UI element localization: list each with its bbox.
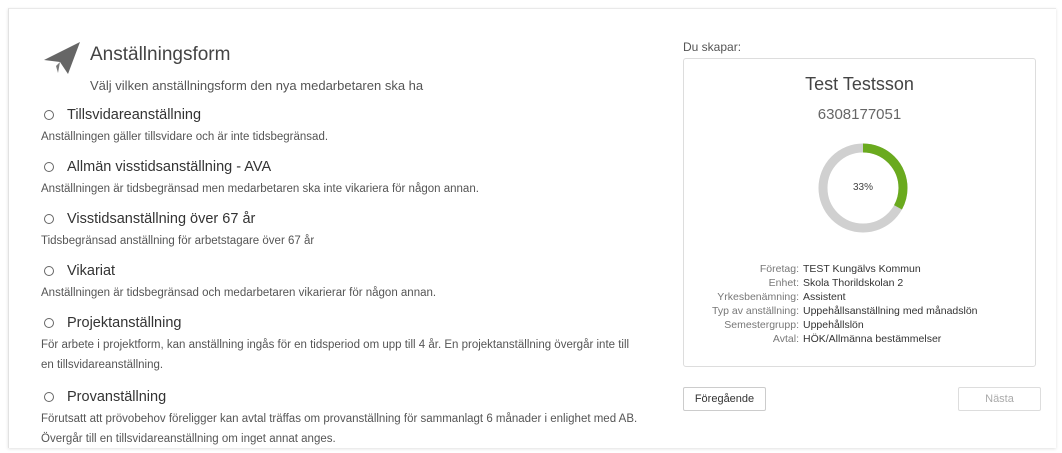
option-vikariat[interactable]: Vikariat Anställningen är tidsbegränsad …: [41, 249, 641, 301]
detail-value: HÖK/Allmänna bestämmelser: [803, 333, 942, 345]
option-label[interactable]: Vikariat: [67, 263, 115, 279]
detail-key: Typ av anställning:: [712, 305, 799, 317]
detail-value: Assistent: [803, 291, 846, 303]
employment-type-options: Tillsvidareanställning Anställningen gäl…: [41, 105, 641, 449]
detail-row: Enhet: Skola Thorildskolan 2: [684, 276, 1035, 290]
option-label[interactable]: Allmän visstidsanställning - AVA: [67, 159, 271, 175]
employee-id: 6308177051: [817, 106, 902, 123]
option-label[interactable]: Visstidsanställning över 67 år: [67, 211, 255, 227]
detail-key: Avtal:: [772, 333, 799, 345]
detail-key: Företag:: [759, 263, 799, 275]
page-subtitle: Välj vilken anställningsform den nya med…: [90, 78, 424, 93]
paper-plane-icon: [42, 40, 82, 76]
summary-details: Företag: TEST Kungälvs Kommun Enhet: Sko…: [684, 262, 1035, 346]
radio-button[interactable]: [44, 162, 54, 172]
option-label[interactable]: Provanställning: [67, 389, 166, 405]
detail-row: Typ av anställning: Uppehållsanställning…: [684, 304, 1035, 318]
detail-value: TEST Kungälvs Kommun: [803, 263, 921, 275]
radio-button[interactable]: [44, 266, 54, 276]
employee-name: Test Testsson: [805, 74, 914, 94]
option-description: Förutsatt att prövobehov föreligger kan …: [41, 413, 638, 445]
option-visstid-67[interactable]: Visstidsanställning över 67 år Tidsbegrä…: [41, 197, 641, 249]
previous-button[interactable]: Föregående: [683, 387, 766, 411]
detail-key: Yrkesbenämning:: [717, 291, 799, 303]
detail-value: Uppehållsanställning med månadslön: [803, 305, 978, 317]
progress-ring: 33%: [817, 142, 909, 234]
radio-button[interactable]: [44, 392, 54, 402]
option-description: Anställningen är tidsbegränsad och medar…: [41, 287, 437, 299]
option-description: Anställningen är tidsbegränsad men medar…: [41, 183, 479, 195]
radio-button[interactable]: [44, 110, 54, 120]
summary-card: Test Testsson 6308177051 33% Företag: TE…: [683, 58, 1036, 367]
detail-value: Skola Thorildskolan 2: [803, 277, 904, 289]
option-description: Anställningen gäller tillsvidare och är …: [41, 131, 329, 143]
radio-button[interactable]: [44, 214, 54, 224]
radio-button[interactable]: [44, 318, 54, 328]
option-label[interactable]: Projektanställning: [67, 315, 181, 331]
detail-row: Företag: TEST Kungälvs Kommun: [684, 262, 1035, 276]
option-description: För arbete i projektform, kan anställnin…: [41, 339, 630, 371]
option-description: Tidsbegränsad anställning för arbetstaga…: [41, 235, 315, 247]
next-button[interactable]: Nästa: [958, 387, 1041, 411]
summary-label: Du skapar:: [683, 40, 742, 54]
option-prov[interactable]: Provanställning Förutsatt att prövobehov…: [41, 375, 641, 449]
option-tillsvidare[interactable]: Tillsvidareanställning Anställningen gäl…: [41, 105, 641, 145]
detail-value: Uppehållslön: [803, 319, 864, 331]
detail-row: Yrkesbenämning: Assistent: [684, 290, 1035, 304]
page-title: Anställningsform: [90, 44, 231, 65]
option-label[interactable]: Tillsvidareanställning: [67, 107, 201, 123]
detail-key: Semestergrupp:: [724, 319, 799, 331]
option-projekt[interactable]: Projektanställning För arbete i projektf…: [41, 301, 641, 375]
detail-key: Enhet:: [768, 277, 799, 289]
option-ava[interactable]: Allmän visstidsanställning - AVA Anställ…: [41, 145, 641, 197]
detail-row: Avtal: HÖK/Allmänna bestämmelser: [684, 332, 1035, 346]
progress-text: 33%: [852, 182, 873, 193]
detail-row: Semestergrupp: Uppehållslön: [684, 318, 1035, 332]
